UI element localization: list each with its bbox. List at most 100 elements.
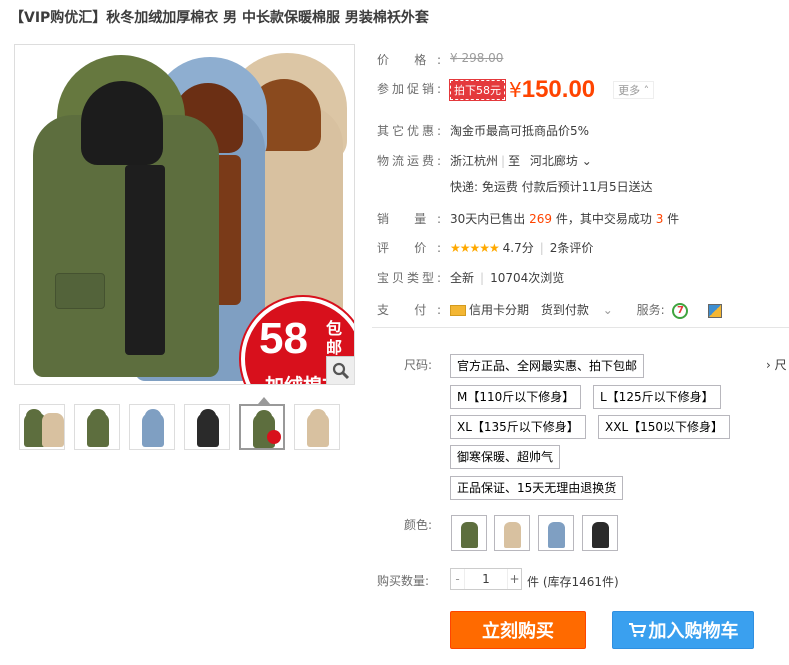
chevron-down-icon: ⌄ xyxy=(581,154,592,168)
other-discount-text: 淘金币最高可抵商品价5% xyxy=(450,124,590,138)
size-option-l[interactable]: L【125斤以下修身】 xyxy=(593,385,721,409)
olive-pocket xyxy=(55,273,105,309)
payment-row: 支 付: 信用卡分期 货到付款 ⌄ 服务: 7 xyxy=(377,301,723,319)
ship-from: 浙江杭州 xyxy=(450,154,499,168)
thumbnail-4[interactable] xyxy=(184,404,230,450)
sales-label: 销 量: xyxy=(377,212,441,226)
badge-free-shipping: 包邮 xyxy=(325,319,342,357)
promo-row: 参加促销: 拍下58元 ¥150.00 更多 ˄ xyxy=(377,76,655,106)
original-price: ¥ 298.00 xyxy=(450,51,504,65)
payment-options: 信用卡分期 货到付款 ⌄ 服务: 7 xyxy=(450,301,723,319)
sales-count: 269 xyxy=(529,212,553,226)
quantity-decrease-button[interactable]: - xyxy=(451,569,465,589)
credit-card-icon xyxy=(450,305,466,316)
magnifier-icon xyxy=(332,362,349,379)
buy-now-button[interactable]: 立刻购买 xyxy=(450,611,586,649)
color-swatch-khaki[interactable] xyxy=(494,515,530,551)
ship-to-word: 至 xyxy=(508,154,521,168)
zoom-button[interactable] xyxy=(326,356,354,384)
promo-value: 拍下58元 ¥150.00 更多 ˄ xyxy=(449,76,655,104)
badge-number: 58 xyxy=(259,314,308,363)
reviews-link[interactable]: 2条评价 xyxy=(550,241,594,255)
promo-label: 参加促销: xyxy=(377,82,441,96)
swatch-jacket xyxy=(461,522,478,548)
rating-label: 评 价: xyxy=(377,241,441,255)
size-label: 尺码: xyxy=(404,358,433,372)
delivery-info: 快递: 免运费 付款后预计11月5日送达 xyxy=(450,180,653,194)
size-option-1[interactable]: 官方正品、全网最实惠、拍下包邮 xyxy=(450,354,645,378)
sales-pre: 30天内已售出 xyxy=(450,212,526,226)
type-info: 全新 | 10704次浏览 xyxy=(450,271,565,285)
promo-price: 150.00 xyxy=(521,76,596,103)
shipping-label: 物流运费: xyxy=(377,154,441,168)
more-promos-button[interactable]: 更多 ˄ xyxy=(613,81,655,99)
other-discount-row: 其它优惠: 淘金币最高可抵商品价5% xyxy=(377,122,589,139)
thumbnail-3[interactable] xyxy=(129,404,175,450)
thumb-jacket xyxy=(142,413,164,447)
stock-info: 件 (库存1461件) xyxy=(527,575,619,589)
cod-option[interactable]: 货到付款 xyxy=(541,303,589,317)
size-option-xxl[interactable]: XXL【150以下修身】 xyxy=(598,415,731,439)
price-label: 价 格: xyxy=(377,53,441,67)
price-row: 价 格: ¥ 298.00 xyxy=(377,51,503,68)
swatch-jacket xyxy=(504,522,521,548)
quantity-label: 购买数量: xyxy=(377,574,430,588)
thumbnail-5[interactable] xyxy=(239,404,285,450)
thumb-jacket-2 xyxy=(42,413,64,447)
thumbnail-2[interactable] xyxy=(74,404,120,450)
olive-jacket-lining xyxy=(125,165,165,355)
star-rating-icon: ★★★★★ xyxy=(450,241,500,255)
color-swatch-olive[interactable] xyxy=(451,515,487,551)
seven-day-return-icon: 7 xyxy=(672,302,689,319)
rating-row: 评 价: ★★★★★ 4.7分 | 2条评价 xyxy=(377,239,593,256)
section-divider xyxy=(372,327,789,328)
type-label: 宝贝类型: xyxy=(377,271,441,285)
size-more-link[interactable]: › 尺 xyxy=(766,356,787,373)
service-label: 服务: xyxy=(636,303,665,317)
thumbnail-1[interactable] xyxy=(19,404,65,450)
thumb-jacket xyxy=(87,413,109,447)
ship-to-city: 河北廊坊 xyxy=(529,154,578,168)
color-swatch-blue[interactable] xyxy=(538,515,574,551)
cart-icon xyxy=(628,623,646,637)
size-option-xl[interactable]: XL【135斤以下修身】 xyxy=(450,415,586,439)
rating-info: ★★★★★ 4.7分 | 2条评价 xyxy=(450,241,594,255)
color-swatch-black[interactable] xyxy=(582,515,618,551)
view-count: 10704次浏览 xyxy=(490,271,565,285)
thumbnail-6[interactable] xyxy=(294,404,340,450)
success-count: 3 xyxy=(655,212,664,226)
size-option-m[interactable]: M【110斤以下修身】 xyxy=(450,385,582,409)
currency-symbol: ¥ xyxy=(509,78,522,102)
shipping-row: 物流运费: 浙江杭州 | 至 河北廊坊 ⌄ xyxy=(377,152,592,169)
thumb-jacket xyxy=(197,413,219,447)
swatch-jacket xyxy=(548,522,565,548)
payment-label: 支 付: xyxy=(377,303,441,317)
ship-to-selector[interactable]: 河北廊坊 ⌄ xyxy=(530,154,592,168)
guarantee-icon xyxy=(708,303,723,318)
quantity-input[interactable]: 1 xyxy=(465,569,507,589)
size-option-warm[interactable]: 御寒保暖、超帅气 xyxy=(450,445,561,469)
payment-dropdown-icon[interactable]: ⌄ xyxy=(603,303,613,317)
add-to-cart-label: 加入购物车 xyxy=(648,621,739,642)
sales-post: 件 xyxy=(667,212,680,226)
main-product-image[interactable]: 58 包邮 加绒棉衣 xyxy=(14,44,355,385)
type-row: 宝贝类型: 全新 | 10704次浏览 xyxy=(377,269,564,286)
other-discount-label: 其它优惠: xyxy=(377,124,441,138)
thumb-jacket xyxy=(307,413,329,447)
thumbnail-strip xyxy=(19,404,340,450)
color-label: 颜色: xyxy=(404,518,433,532)
sales-mid: 件，其中交易成功 xyxy=(555,212,652,226)
condition: 全新 xyxy=(450,271,475,285)
shipping-route: 浙江杭州 | 至 河北廊坊 ⌄ xyxy=(450,154,592,168)
credit-installment-link[interactable]: 信用卡分期 xyxy=(469,303,529,317)
quantity-stepper: - 1 + xyxy=(450,568,522,590)
add-to-cart-button[interactable]: 加入购物车 xyxy=(612,611,754,649)
rating-score: 4.7分 xyxy=(502,241,534,255)
size-option-guarantee[interactable]: 正品保证、15天无理由退换货 xyxy=(450,476,624,500)
quantity-increase-button[interactable]: + xyxy=(507,569,521,589)
sales-row: 销 量: 30天内已售出 269 件，其中交易成功 3 件 xyxy=(377,210,679,227)
promo-tag: 拍下58元 xyxy=(449,79,506,101)
swatch-jacket xyxy=(592,522,609,548)
olive-hood-lining xyxy=(81,81,163,165)
product-title: 【VIP购优汇】秋冬加绒加厚棉衣 男 中长款保暖棉服 男装棉袄外套 xyxy=(10,10,429,26)
